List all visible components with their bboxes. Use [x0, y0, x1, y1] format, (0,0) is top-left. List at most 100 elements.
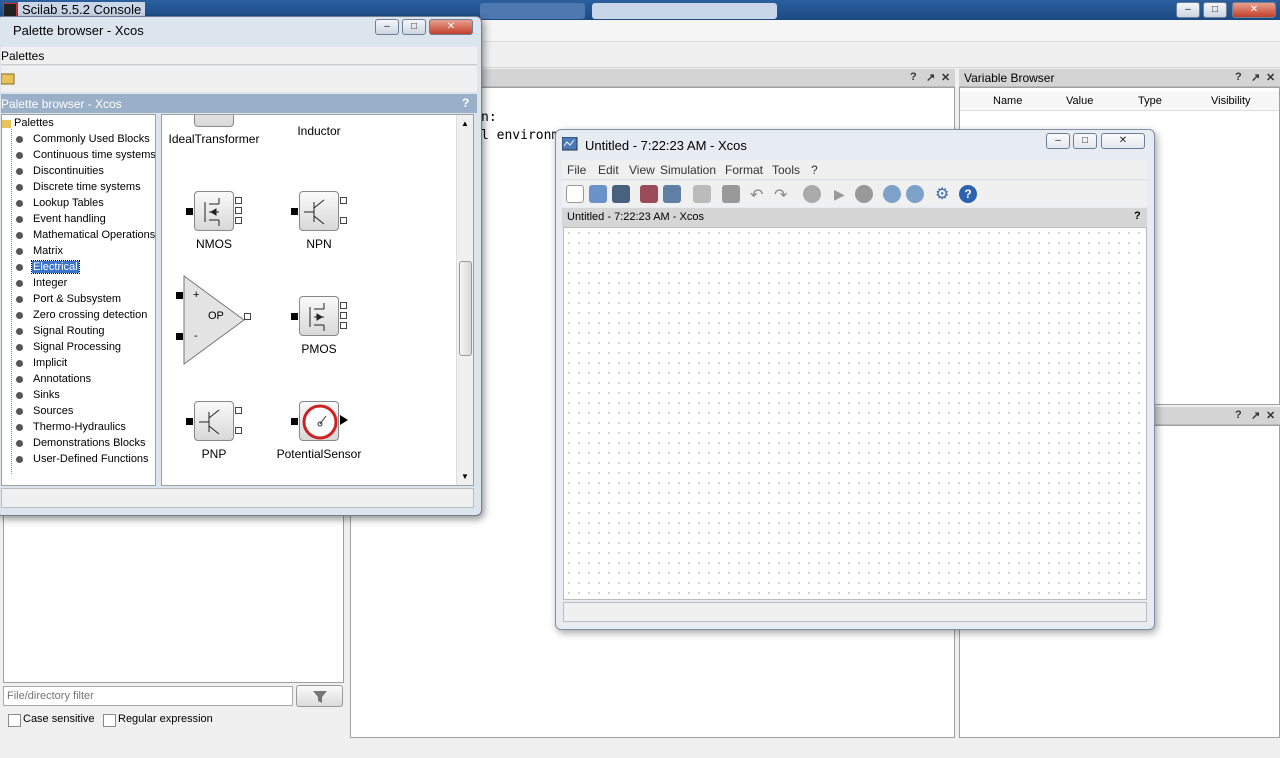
- settings-gear-icon[interactable]: ⚙: [935, 184, 949, 204]
- diagram-canvas[interactable]: [563, 227, 1147, 600]
- scroll-thumb[interactable]: [459, 261, 472, 356]
- tree-item[interactable]: Sinks: [2, 388, 152, 404]
- tree-bullet-icon: [16, 264, 23, 271]
- tree-item[interactable]: Event handling: [2, 212, 152, 228]
- new-diagram-icon[interactable]: [566, 185, 584, 203]
- opamp-plus-sign: +: [193, 289, 200, 301]
- tree-item[interactable]: Matrix: [2, 244, 152, 260]
- tree-item[interactable]: Continuous time systems: [2, 148, 155, 164]
- console-close-button[interactable]: ✕: [1232, 2, 1276, 18]
- palette-blocks-scrollbar[interactable]: ▲ ▼: [456, 115, 473, 485]
- history-undock-icon[interactable]: ↗: [1251, 409, 1260, 422]
- fit-diagram-icon[interactable]: [803, 185, 821, 203]
- tree-item[interactable]: Signal Processing: [2, 340, 152, 356]
- regex-checkbox[interactable]: [103, 714, 116, 727]
- xcos-maximize-button[interactable]: □: [1073, 133, 1097, 149]
- console-close-icon[interactable]: ✕: [941, 71, 950, 84]
- xcos-minimize-button[interactable]: –: [1046, 133, 1070, 149]
- zoom-out-icon[interactable]: [906, 185, 924, 203]
- zoom-in-icon[interactable]: [883, 185, 901, 203]
- menu-file[interactable]: File: [567, 163, 586, 177]
- xcos-close-button[interactable]: ✕: [1101, 133, 1145, 149]
- file-filter-input[interactable]: [3, 686, 293, 706]
- scroll-up-arrow[interactable]: ▲: [461, 119, 469, 128]
- tree-item[interactable]: Discrete time systems: [2, 180, 152, 196]
- palette-close-button[interactable]: ✕: [429, 19, 473, 35]
- tree-item[interactable]: Integer: [2, 276, 152, 292]
- palette-browser-window: Palette browser - Xcos – □ ✕ Palettes Pa…: [0, 16, 482, 516]
- palette-help-icon[interactable]: ?: [462, 96, 469, 110]
- history-close-icon[interactable]: ✕: [1266, 409, 1275, 422]
- open-icon[interactable]: [589, 185, 607, 203]
- console-maximize-button[interactable]: □: [1203, 2, 1227, 18]
- scroll-down-arrow[interactable]: ▼: [461, 472, 469, 481]
- tree-item[interactable]: Electrical: [2, 260, 152, 276]
- stop-simulation-icon[interactable]: [855, 185, 873, 203]
- variable-browser-close-icon[interactable]: ✕: [1266, 71, 1275, 84]
- tree-item[interactable]: Demonstrations Blocks: [2, 436, 152, 452]
- help-circle-icon[interactable]: ?: [959, 185, 977, 203]
- pnp-block[interactable]: [194, 401, 234, 441]
- undo-icon[interactable]: ↶: [750, 185, 763, 205]
- variable-browser-undock-icon[interactable]: ↗: [1251, 71, 1260, 84]
- menu-view[interactable]: View: [629, 163, 655, 177]
- console-help-icon[interactable]: ?: [910, 71, 917, 83]
- npn-symbol-icon: [304, 199, 325, 225]
- open-folder-icon[interactable]: [1, 71, 15, 85]
- menu-edit[interactable]: Edit: [598, 163, 619, 177]
- column-type[interactable]: Type: [1138, 95, 1162, 107]
- tree-item[interactable]: Lookup Tables: [2, 196, 152, 212]
- menu-help[interactable]: ?: [811, 163, 818, 177]
- redo-icon[interactable]: ↷: [774, 185, 787, 205]
- case-sensitive-checkbox[interactable]: [8, 714, 21, 727]
- pmos-port-out-1: [340, 302, 347, 309]
- delete-icon[interactable]: [722, 185, 740, 203]
- pmos-block[interactable]: [299, 296, 339, 336]
- pmos-port-out-2: [340, 312, 347, 319]
- tree-bullet-icon: [16, 456, 23, 463]
- tree-bullet-icon: [16, 312, 23, 319]
- tree-item[interactable]: Mathematical Operations: [2, 228, 155, 244]
- column-visibility[interactable]: Visibility: [1211, 95, 1251, 107]
- tree-item[interactable]: Port & Subsystem: [2, 292, 152, 308]
- tree-bullet-icon: [16, 232, 23, 239]
- nmos-block[interactable]: [194, 191, 234, 231]
- open-in-scilab-icon[interactable]: [612, 185, 630, 203]
- npn-block[interactable]: [299, 191, 339, 231]
- variable-browser-help-icon[interactable]: ?: [1235, 71, 1242, 83]
- tree-item[interactable]: Commonly Used Blocks: [2, 132, 152, 148]
- column-name[interactable]: Name: [993, 95, 1022, 107]
- potential-sensor-block[interactable]: [299, 401, 339, 441]
- history-help-icon[interactable]: ?: [1235, 409, 1242, 421]
- tree-item[interactable]: Implicit: [2, 356, 152, 372]
- tree-item[interactable]: Sources: [2, 404, 152, 420]
- tree-item[interactable]: Discontinuities: [2, 164, 152, 180]
- start-simulation-icon[interactable]: ▶: [834, 186, 845, 203]
- tree-item[interactable]: Signal Routing: [2, 324, 152, 340]
- menu-format[interactable]: Format: [725, 163, 763, 177]
- console-undock-icon[interactable]: ↗: [926, 71, 935, 84]
- palette-menubar: Palettes: [1, 47, 477, 65]
- palette-window-title: Palette browser - Xcos: [13, 23, 144, 38]
- menu-simulation[interactable]: Simulation: [660, 163, 716, 177]
- ideal-transformer-block[interactable]: [194, 115, 234, 127]
- tree-item[interactable]: Zero crossing detection: [2, 308, 152, 324]
- save-icon[interactable]: [640, 185, 658, 203]
- nmos-symbol-icon: [204, 198, 220, 226]
- diagram-tab-header: Untitled - 7:22:23 AM - Xcos ?: [562, 208, 1147, 227]
- palette-menu-palettes[interactable]: Palettes: [1, 49, 44, 63]
- print-icon[interactable]: [693, 185, 711, 203]
- filter-button[interactable]: [296, 685, 343, 707]
- palette-maximize-button[interactable]: □: [402, 19, 426, 35]
- menu-tools[interactable]: Tools: [772, 163, 800, 177]
- npn-port-out-1: [340, 197, 347, 204]
- tree-item-label: Sinks: [33, 389, 60, 401]
- tree-item[interactable]: User-Defined Functions: [2, 452, 152, 468]
- diagram-help-icon[interactable]: ?: [1134, 210, 1141, 222]
- tree-item[interactable]: Thermo-Hydraulics: [2, 420, 152, 436]
- tree-item[interactable]: Annotations: [2, 372, 152, 388]
- palette-minimize-button[interactable]: –: [375, 19, 399, 35]
- console-minimize-button[interactable]: –: [1176, 2, 1200, 18]
- column-value[interactable]: Value: [1066, 95, 1093, 107]
- save-as-icon[interactable]: [663, 185, 681, 203]
